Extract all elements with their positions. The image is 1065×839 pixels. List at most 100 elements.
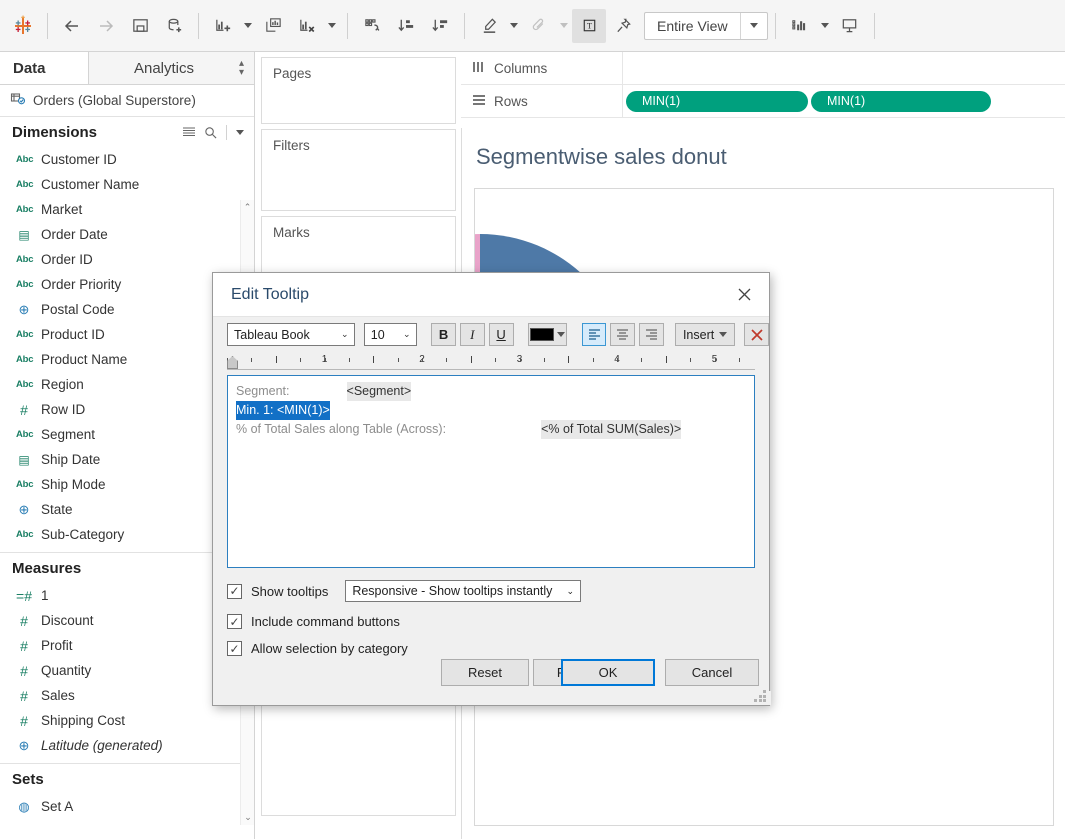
ruler-tick [373,356,375,363]
font-family-select[interactable]: Tableau Book ⌄ [227,323,355,346]
scroll-up-arrow[interactable]: ⌃ [241,200,254,215]
ruler[interactable]: 12345 [227,353,755,370]
swap-rows-columns-button[interactable] [355,9,389,43]
tooltip-line[interactable]: % of Total Sales along Table (Across): <… [236,420,746,439]
fit-dropdown-icon[interactable] [741,23,767,28]
field-label: Latitude (generated) [41,738,163,753]
tab-analytics-label: Analytics [133,59,194,77]
abc-icon: Abc [16,379,34,390]
tooltip-line-field: <MIN(1)> [277,403,330,417]
ruler-tick [251,358,253,362]
highlight-dropdown[interactable] [506,9,522,43]
show-tooltips-row: ✓ Show tooltips Responsive - Show toolti… [227,580,769,602]
include-command-buttons-checkbox[interactable]: ✓ [227,614,242,629]
close-icon[interactable] [729,280,759,310]
field-label: Row ID [41,402,86,417]
presentation-icon[interactable] [833,9,867,43]
field-label: Customer Name [41,177,140,192]
datasource-row[interactable]: Orders (Global Superstore) [0,85,254,117]
font-family-value: Tableau Book [234,327,310,342]
encoding-shelves: Columns Rows MIN(1) MIN(1) [461,51,1065,127]
tooltip-line[interactable]: Segment: <Segment> [236,382,746,401]
rows-caption: Rows [461,84,623,118]
new-worksheet-button[interactable] [206,9,240,43]
forward-button[interactable] [89,9,123,43]
show-me-dropdown[interactable] [817,9,833,43]
fit-selector[interactable]: Entire View [644,11,768,40]
tooltip-mode-select[interactable]: Responsive - Show tooltips instantly ⌄ [345,580,582,602]
set-item-0[interactable]: ◍ Set A [0,794,254,819]
cancel-button[interactable]: Cancel [665,659,759,686]
scroll-down-arrow[interactable]: ⌄ [241,810,255,825]
rows-pill-zone[interactable]: MIN(1) MIN(1) [623,90,1065,112]
duplicate-sheet-button[interactable] [256,9,290,43]
align-right-button[interactable] [639,323,664,346]
dimension-item-0[interactable]: Abc Customer ID [0,147,254,172]
pill-label: MIN(1) [642,94,681,108]
dimension-item-4[interactable]: Abc Order ID [0,247,254,272]
clear-sheet-dropdown[interactable] [324,9,340,43]
ruler-tick [300,358,302,362]
attach-dropdown[interactable] [556,9,572,43]
pin-icon[interactable] [606,9,640,43]
measure-item-5[interactable]: # Shipping Cost [0,708,254,733]
italic-button[interactable]: I [459,323,485,346]
show-tooltips-checkbox[interactable]: ✓ [227,583,242,599]
ruler-tick [275,356,277,363]
dimensions-menu-icon[interactable] [232,129,248,135]
underline-button[interactable]: U [488,323,514,346]
show-me-icon[interactable] [783,9,817,43]
number-icon: # [20,637,28,654]
sort-descending-button[interactable] [423,9,457,43]
back-button[interactable] [55,9,89,43]
grid-view-icon[interactable] [178,126,200,138]
tooltip-line-selected[interactable]: Min. 1: <MIN(1)> [236,401,746,420]
font-size-select[interactable]: 10 ⌄ [363,323,417,346]
tab-analytics[interactable]: Analytics ▴ ▾ [88,52,254,84]
worksheet-title[interactable]: Segmentwise sales donut [462,128,1065,180]
dimension-item-1[interactable]: Abc Customer Name [0,172,254,197]
ok-button[interactable]: OK [561,659,655,686]
insert-button[interactable]: Insert [674,323,736,346]
include-command-buttons-label: Include command buttons [251,614,400,629]
ruler-marks: 12345 [227,353,755,370]
rows-label: Rows [494,93,528,109]
allow-selection-by-category-checkbox[interactable]: ✓ [227,641,242,656]
reset-button[interactable]: Reset [441,659,529,686]
bold-button[interactable]: B [431,323,456,346]
rows-pill-0[interactable]: MIN(1) [626,90,808,112]
ruler-tick [690,358,692,362]
align-center-button[interactable] [610,323,636,346]
tableau-logo-icon[interactable] [6,9,40,43]
filters-shelf[interactable]: Filters [261,129,456,211]
resize-grip[interactable] [754,690,766,702]
number-icon: # [20,687,28,704]
ruler-tick [665,356,667,363]
tab-data[interactable]: Data [0,52,88,84]
datasource-icon [10,92,26,110]
highlighter-icon[interactable] [472,9,506,43]
columns-shelf[interactable]: Columns [461,51,1065,85]
clear-formatting-button[interactable] [744,323,769,346]
measure-item-6[interactable]: ⊕ Latitude (generated) [0,733,254,758]
field-label: Set A [41,799,74,814]
rows-pill-1[interactable]: MIN(1) [811,90,991,112]
rows-shelf[interactable]: Rows MIN(1) MIN(1) [461,84,1065,118]
new-worksheet-dropdown[interactable] [240,9,256,43]
font-color-picker[interactable] [527,323,568,346]
pages-shelf[interactable]: Pages [261,57,456,124]
sort-ascending-button[interactable] [389,9,423,43]
align-left-button[interactable] [581,323,607,346]
ruler-tick [495,358,497,362]
clear-sheet-button[interactable] [290,9,324,43]
search-icon[interactable] [200,126,221,139]
chevron-down-icon: ⌄ [403,329,411,339]
dimension-item-2[interactable]: Abc Market [0,197,254,222]
dimension-item-3[interactable]: ▤ Order Date [0,222,254,247]
new-data-source-button[interactable] [157,9,191,43]
save-button[interactable] [123,9,157,43]
tooltip-text-editor[interactable]: Segment: <Segment> Min. 1: <MIN(1)> % of… [227,375,755,568]
text-box-icon[interactable]: T [572,8,606,43]
toolbar-divider [347,12,348,39]
paperclip-icon[interactable] [522,9,556,43]
